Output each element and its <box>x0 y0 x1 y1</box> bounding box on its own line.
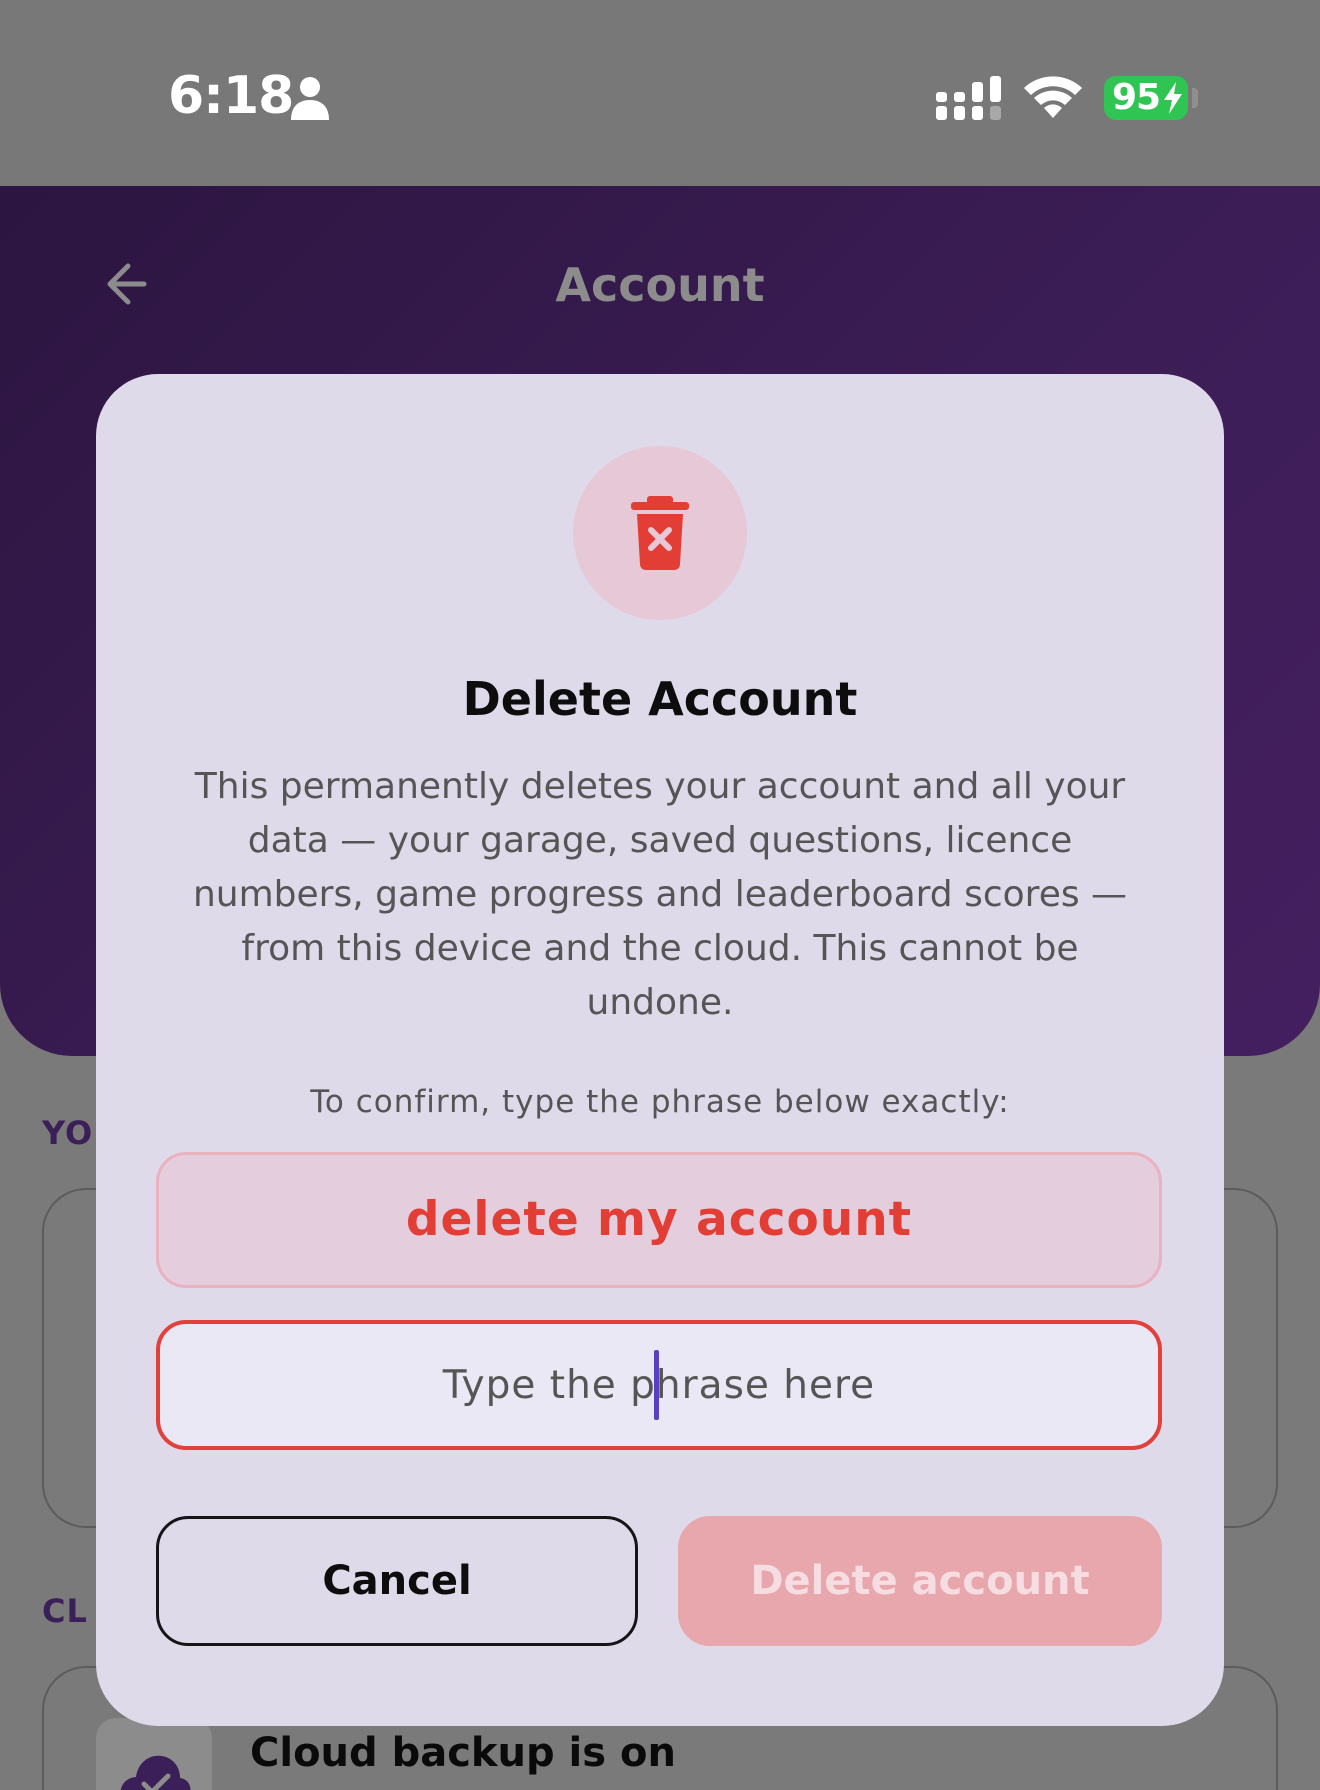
cloud-check-icon <box>120 1755 191 1790</box>
status-bar: 6:18 95 <box>0 0 1320 186</box>
confirm-hint: To confirm, type the phrase below exactl… <box>310 1084 1010 1120</box>
person-icon <box>291 77 329 120</box>
cellular-signal-icon <box>936 76 1001 120</box>
trash-badge <box>573 446 747 620</box>
cancel-button[interactable]: Cancel <box>156 1516 638 1646</box>
cloud-backup-title: Cloud backup is on <box>250 1730 676 1776</box>
wifi-icon <box>1024 76 1082 118</box>
confirmation-phrase: delete my account <box>156 1152 1162 1288</box>
text-caret <box>654 1350 659 1420</box>
dialog-title: Delete Account <box>462 672 858 726</box>
confirmation-phrase-input[interactable] <box>156 1320 1162 1450</box>
section-label-cloud: CL <box>42 1592 88 1630</box>
page-title: Account <box>555 258 765 312</box>
battery-level: 95 <box>1112 77 1161 118</box>
battery-indicator: 95 <box>1104 76 1188 120</box>
trash-x-icon <box>631 496 689 570</box>
delete-account-dialog: Delete Account This permanently deletes … <box>96 374 1224 1726</box>
battery-cap <box>1192 88 1198 108</box>
dialog-description: This permanently deletes your account an… <box>192 766 1128 1023</box>
charging-bolt-icon <box>1164 82 1182 114</box>
section-label-your: YO <box>42 1114 94 1152</box>
cloud-backup-badge <box>96 1718 212 1790</box>
status-time: 6:18 <box>168 66 294 126</box>
delete-account-button[interactable]: Delete account <box>678 1516 1162 1646</box>
